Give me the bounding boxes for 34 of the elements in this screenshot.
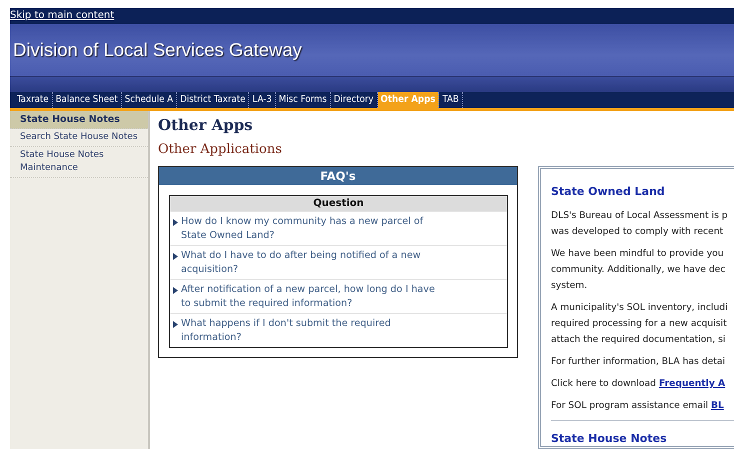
skip-link[interactable]: Skip to main content [10, 10, 114, 21]
paragraph: A municipality's SOL inventory, includi required processing for a new acquisit attach the required documentation, si [551, 301, 729, 348]
nav-tab[interactable]: Balance Sheet [52, 92, 122, 108]
page-subtitle: Other Applications [158, 142, 283, 158]
sidebar-item[interactable]: Search State House Notes [10, 129, 148, 147]
nav-tab[interactable]: Misc Forms [276, 92, 331, 108]
sidebar-item[interactable]: State House Notes [10, 111, 148, 129]
paragraph: We have been mindful to provide you community. Additionally, we have dec system. [551, 247, 726, 294]
nav-tab[interactable]: LA-3 [249, 92, 276, 108]
triangle-icon [173, 320, 178, 328]
triangle-icon [173, 286, 178, 294]
paragraph: Click here to download Frequently A [551, 377, 726, 392]
column-header: Question [170, 196, 507, 211]
site-title: Division of Local Services Gateway [13, 38, 302, 62]
nav-tab[interactable]: TAB [439, 92, 463, 108]
triangle-icon [173, 252, 178, 260]
page-title: Other Apps [158, 116, 254, 134]
faq-question-link[interactable]: What happens if I don't submit the required information? [170, 312, 507, 347]
faq-question-link[interactable]: How do I know my community has a new parcel of State Owned Land? [170, 210, 507, 245]
section-heading: State Owned Land [551, 184, 666, 200]
triangle-icon [173, 218, 178, 226]
panel-title: FAQ's [159, 166, 517, 185]
sidebar-item[interactable]: State House Notes Maintenance [10, 147, 148, 178]
paragraph: DLS's Bureau of Local Assessment is p was developed to comply with recent [551, 209, 729, 240]
nav-tab[interactable]: Schedule A [122, 92, 178, 108]
nav-tab[interactable]: District Taxrate [177, 92, 250, 108]
paragraph: For SOL program assistance email BL [551, 399, 725, 414]
faq-question-link[interactable]: What do I have to do after being notified of a new acquisition? [170, 244, 507, 279]
section-heading: State House Notes [551, 431, 668, 446]
faq-question-link[interactable]: After notification of a new parcel, how long do I have to submit the required information? [170, 278, 507, 313]
paragraph: For further information, BLA has detai [551, 355, 726, 370]
download-link[interactable]: BL [711, 400, 724, 412]
nav-tab[interactable]: Taxrate [14, 92, 53, 108]
download-link[interactable]: Frequently A [658, 378, 726, 390]
